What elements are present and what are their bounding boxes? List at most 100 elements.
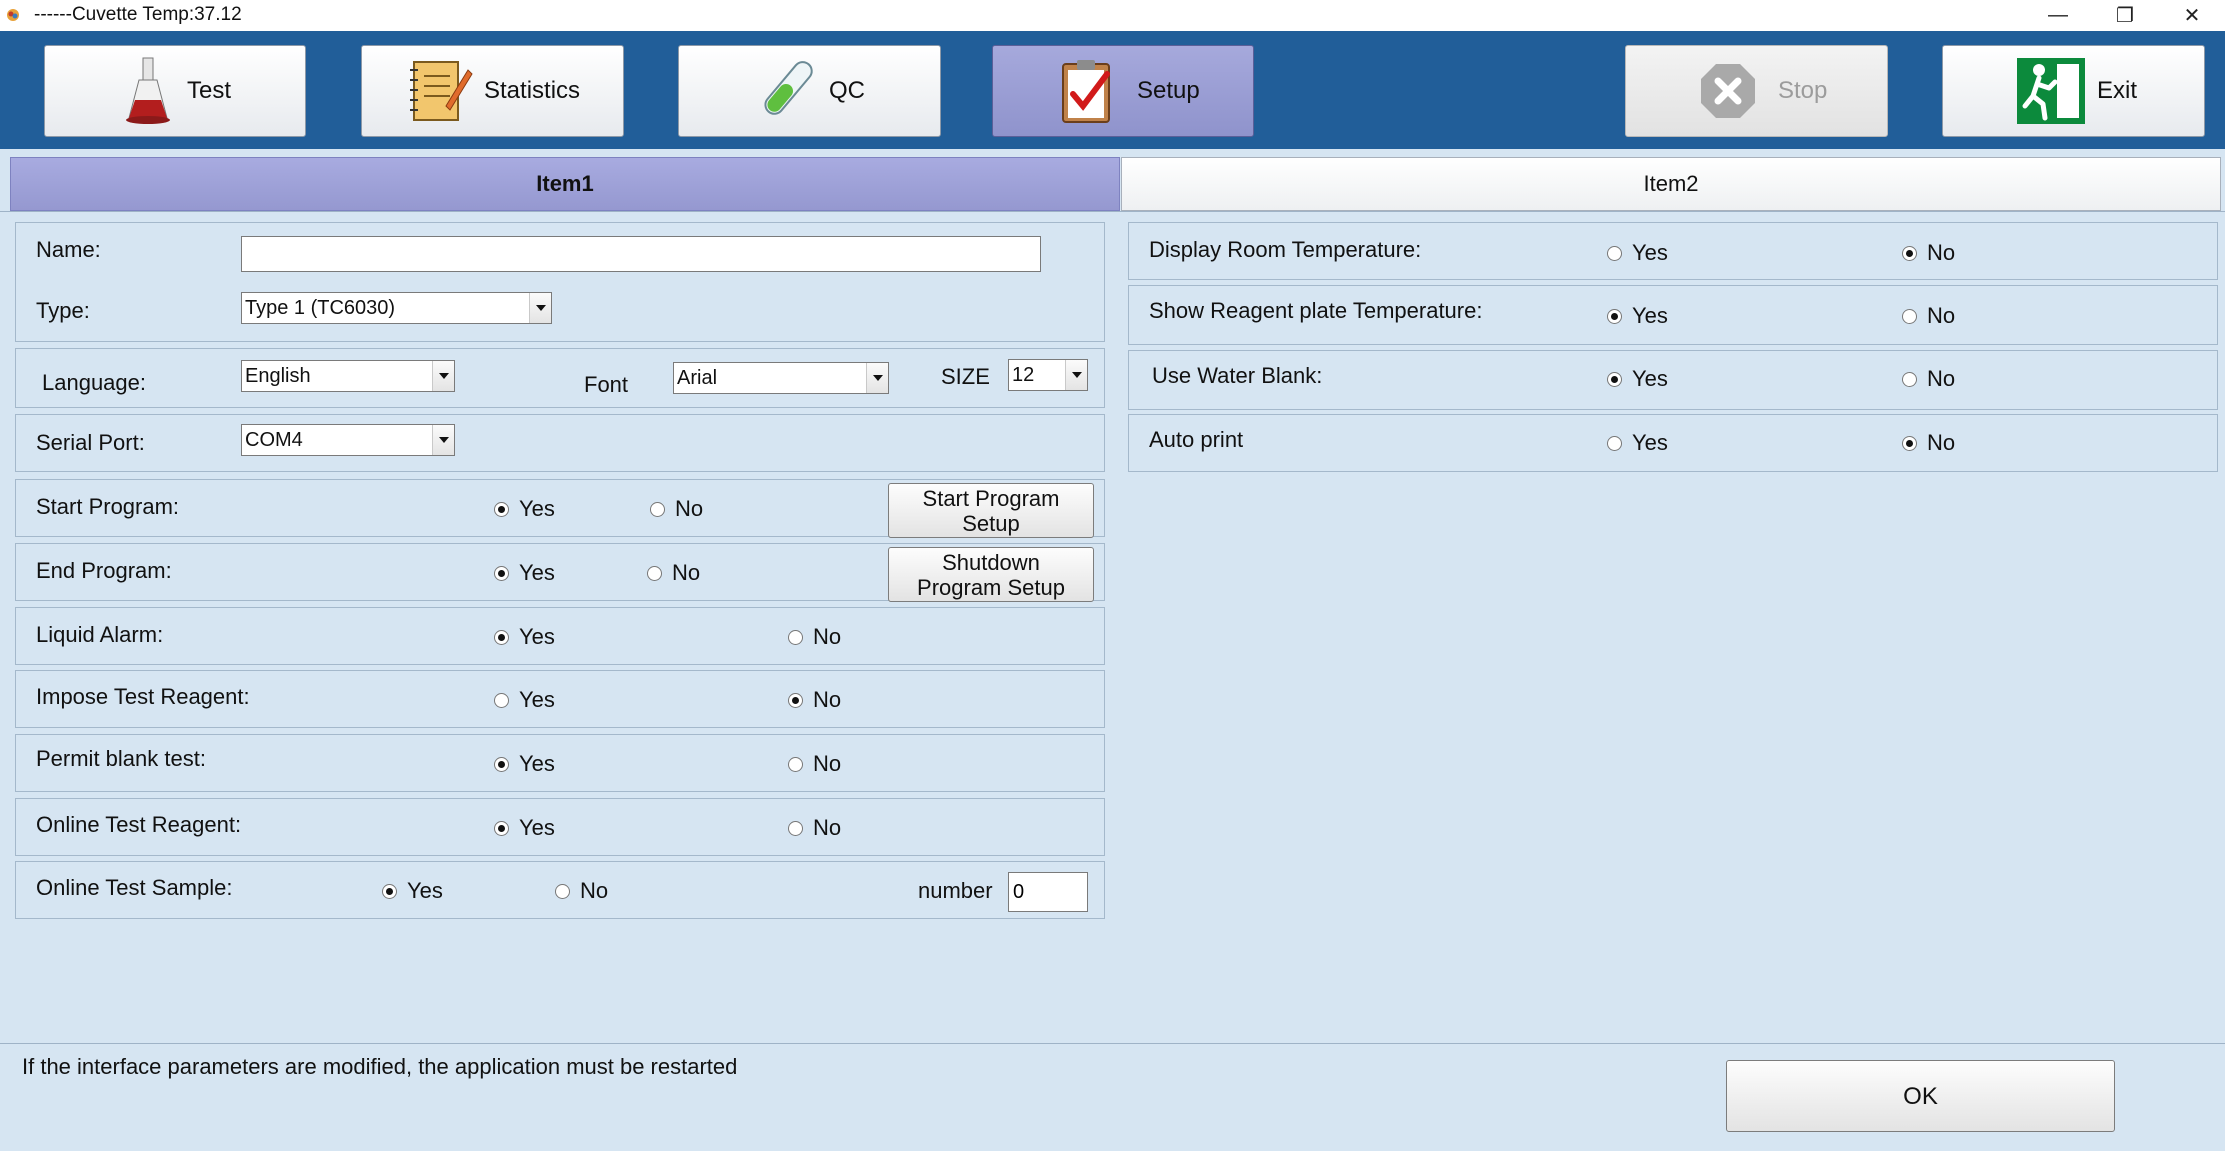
radio-dot (788, 629, 803, 645)
radio-dot (788, 820, 803, 836)
online-test-sample-yes-radio[interactable]: Yes (382, 878, 443, 904)
online-test-reagent-label: Online Test Reagent: (36, 812, 242, 837)
end-program-label: End Program: (36, 558, 172, 583)
type-select[interactable]: Type 1 (TC6030) (241, 292, 552, 324)
radio-dot (650, 501, 665, 517)
qc-button[interactable]: QC (678, 45, 941, 137)
radio-dot (788, 756, 803, 772)
title-bar: ------Cuvette Temp:37.12 — ❐ ✕ (0, 0, 2225, 31)
permit-blank-test-yes-radio[interactable]: Yes (494, 751, 555, 777)
language-value: English (245, 365, 311, 387)
auto-print-panel (1128, 414, 2218, 472)
start-program-label: Start Program: (36, 494, 180, 519)
chevron-down-icon (432, 361, 454, 391)
liquid-alarm-yes-radio[interactable]: Yes (494, 624, 555, 650)
liquid-alarm-panel (15, 607, 1105, 665)
number-input[interactable] (1008, 872, 1088, 912)
show-reagent-temp-no-radio[interactable]: No (1902, 303, 1955, 329)
language-select[interactable]: English (241, 360, 455, 392)
permit-blank-test-label: Permit blank test: (36, 746, 206, 771)
display-room-temp-yes-radio[interactable]: Yes (1607, 240, 1668, 266)
radio-dot (1607, 371, 1622, 387)
serial-port-panel (15, 414, 1105, 472)
button-line-1: Shutdown (942, 549, 1040, 575)
app-icon (7, 9, 19, 21)
stop-button[interactable]: Stop (1625, 45, 1888, 137)
online-test-reagent-yes-radio[interactable]: Yes (494, 815, 555, 841)
clipboard-check-icon (1062, 60, 1110, 123)
permit-blank-test-no-radio[interactable]: No (788, 751, 841, 777)
tab-item2[interactable]: Item2 (1121, 157, 2221, 211)
tab-item1[interactable]: Item1 (10, 157, 1120, 211)
type-label: Type: (36, 298, 90, 323)
impose-test-reagent-yes-radio[interactable]: Yes (494, 687, 555, 713)
test-button[interactable]: Test (44, 45, 306, 137)
qc-label: QC (829, 77, 865, 104)
minimize-button[interactable]: — (2025, 0, 2091, 31)
test-tube-icon (764, 61, 813, 115)
start-program-no-radio[interactable]: No (650, 496, 703, 522)
radio-label: No (813, 687, 842, 712)
display-room-temp-no-radio[interactable]: No (1902, 240, 1955, 266)
close-button[interactable]: ✕ (2159, 0, 2225, 31)
radio-label: Yes (519, 815, 555, 840)
radio-dot (494, 692, 509, 708)
liquid-alarm-no-radio[interactable]: No (788, 624, 841, 650)
window-title: ------Cuvette Temp:37.12 (34, 4, 242, 25)
radio-dot (1607, 308, 1622, 324)
show-reagent-temp-label: Show Reagent plate Temperature: (1149, 298, 1483, 323)
language-label: Language: (42, 370, 146, 395)
radio-label: Yes (519, 687, 555, 712)
impose-test-reagent-no-radio[interactable]: No (788, 687, 841, 713)
radio-dot (494, 501, 509, 517)
button-line-2: Setup (962, 510, 1020, 536)
chevron-down-icon (866, 363, 888, 393)
radio-dot (1902, 308, 1917, 324)
radio-label: Yes (1632, 366, 1668, 391)
radio-dot (1902, 371, 1917, 387)
exit-button[interactable]: Exit (1942, 45, 2205, 137)
radio-label: No (1927, 303, 1956, 328)
notebook-icon (410, 61, 473, 121)
radio-dot (1607, 245, 1622, 261)
font-select[interactable]: Arial (673, 362, 889, 394)
serial-port-label: Serial Port: (36, 430, 145, 455)
restart-notice: If the interface parameters are modified… (22, 1054, 738, 1079)
shutdown-program-setup-button[interactable]: Shutdown Program Setup (888, 547, 1094, 602)
statistics-button[interactable]: Statistics (361, 45, 624, 137)
radio-dot (555, 883, 570, 899)
radio-dot (1902, 245, 1917, 261)
font-label: Font (584, 372, 629, 397)
exit-label: Exit (2097, 77, 2138, 104)
radio-dot (382, 883, 397, 899)
number-label: number (918, 878, 993, 903)
radio-dot (1607, 435, 1622, 451)
end-program-yes-radio[interactable]: Yes (494, 560, 555, 586)
chevron-down-icon (1065, 360, 1087, 390)
radio-label: No (1927, 366, 1956, 391)
name-input[interactable] (241, 236, 1041, 272)
size-select[interactable]: 12 (1008, 359, 1088, 391)
use-water-blank-no-radio[interactable]: No (1902, 366, 1955, 392)
show-reagent-temp-yes-radio[interactable]: Yes (1607, 303, 1668, 329)
start-program-yes-radio[interactable]: Yes (494, 496, 555, 522)
setup-button[interactable]: Setup (992, 45, 1254, 137)
use-water-blank-yes-radio[interactable]: Yes (1607, 366, 1668, 392)
radio-label: Yes (1632, 430, 1668, 455)
auto-print-no-radio[interactable]: No (1902, 430, 1955, 456)
serial-port-select[interactable]: COM4 (241, 424, 455, 456)
size-label: SIZE (941, 364, 990, 389)
radio-label: No (813, 624, 842, 649)
liquid-alarm-label: Liquid Alarm: (36, 622, 164, 647)
end-program-no-radio[interactable]: No (647, 560, 700, 586)
stop-icon (1701, 64, 1755, 118)
radio-label: Yes (519, 751, 555, 776)
maximize-button[interactable]: ❐ (2092, 0, 2158, 31)
ok-button[interactable]: OK (1726, 1060, 2115, 1132)
radio-label: No (1927, 430, 1956, 455)
online-test-sample-no-radio[interactable]: No (555, 878, 608, 904)
start-program-setup-button[interactable]: Start Program Setup (888, 483, 1094, 538)
radio-dot (494, 565, 509, 581)
online-test-reagent-no-radio[interactable]: No (788, 815, 841, 841)
auto-print-yes-radio[interactable]: Yes (1607, 430, 1668, 456)
